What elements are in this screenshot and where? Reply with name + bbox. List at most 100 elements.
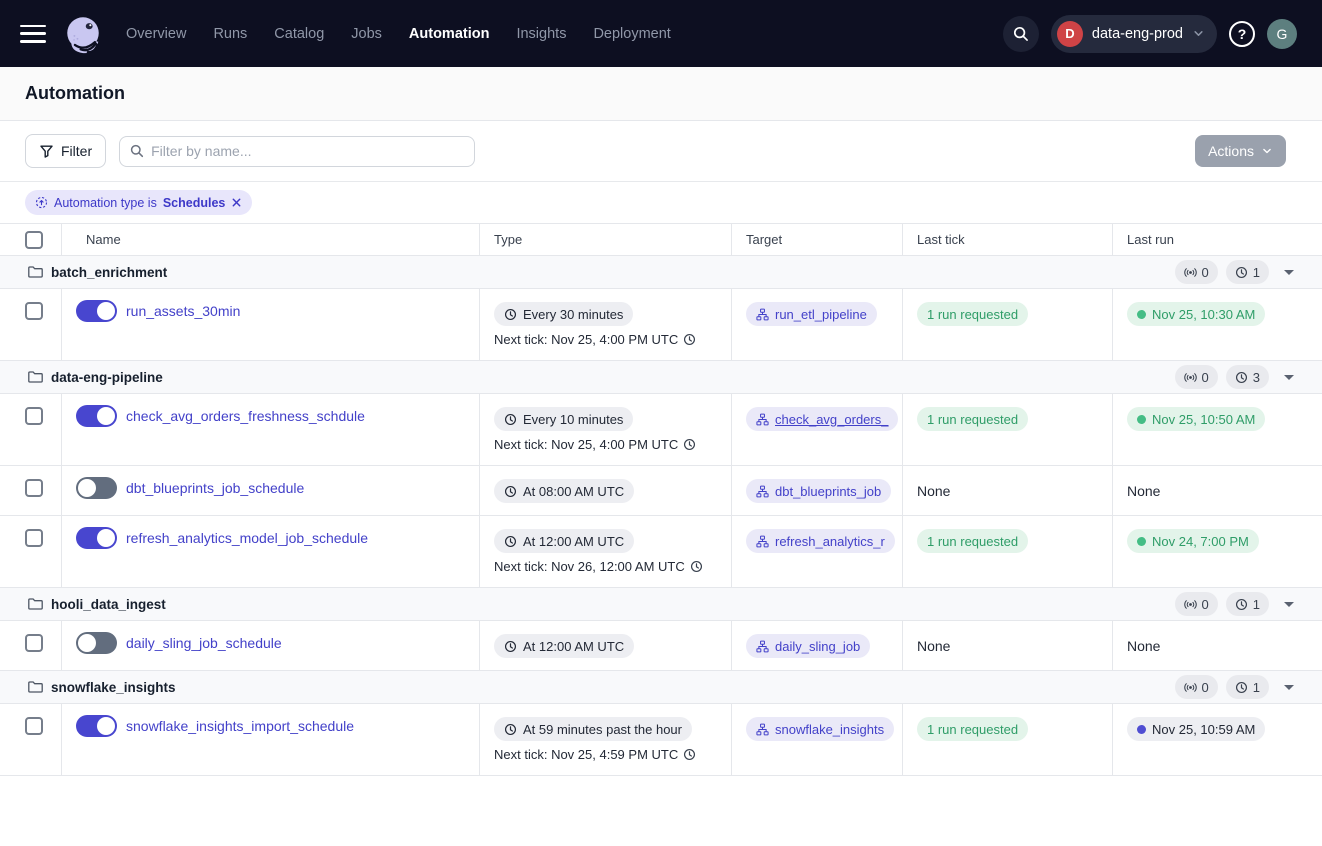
collapse-group-caret[interactable] — [1284, 375, 1294, 380]
target-pill[interactable]: snowflake_insights — [746, 717, 894, 741]
question-mark-icon: ? — [1238, 26, 1247, 42]
active-filters-row: Automation type is Schedules — [0, 182, 1322, 223]
clock-icon — [1235, 681, 1248, 694]
last-tick-pill[interactable]: 1 run requested — [917, 529, 1028, 553]
filter-chip-automation-type[interactable]: Automation type is Schedules — [25, 190, 252, 215]
filter-button[interactable]: Filter — [25, 134, 106, 168]
table-row: check_avg_orders_freshness_schdule Every… — [0, 394, 1322, 466]
last-run-pill[interactable]: Nov 25, 10:50 AM — [1127, 407, 1265, 431]
sensor-count-badge: 0 — [1175, 365, 1218, 389]
nav-item-catalog[interactable]: Catalog — [274, 26, 324, 42]
column-header-target: Target — [732, 224, 903, 255]
schedule-toggle[interactable] — [76, 527, 117, 549]
sensor-count-badge: 0 — [1175, 592, 1218, 616]
sensor-icon — [1184, 371, 1197, 384]
row-checkbox[interactable] — [25, 407, 43, 425]
clock-icon — [1235, 266, 1248, 279]
schedule-toggle[interactable] — [76, 715, 117, 737]
nav-item-runs[interactable]: Runs — [213, 26, 247, 42]
page-title: Automation — [25, 83, 125, 104]
target-pill[interactable]: dbt_blueprints_job — [746, 479, 891, 503]
target-pill[interactable]: refresh_analytics_r — [746, 529, 895, 553]
deployment-switcher[interactable]: D data-eng-prod — [1051, 15, 1217, 53]
help-button[interactable]: ? — [1229, 21, 1255, 47]
last-tick-none: None — [917, 634, 950, 658]
clock-icon — [1235, 371, 1248, 384]
next-tick-text: Next tick: Nov 25, 4:00 PM UTC — [494, 332, 696, 347]
last-tick-pill[interactable]: 1 run requested — [917, 407, 1028, 431]
target-pill[interactable]: run_etl_pipeline — [746, 302, 877, 326]
last-tick-pill[interactable]: 1 run requested — [917, 717, 1028, 741]
table-header-row: Name Type Target Last tick Last run — [0, 224, 1322, 256]
last-tick-pill[interactable]: 1 run requested — [917, 302, 1028, 326]
schedule-type-pill: At 08:00 AM UTC — [494, 479, 634, 503]
schedule-toggle[interactable] — [76, 632, 117, 654]
schedule-type-pill: At 12:00 AM UTC — [494, 529, 634, 553]
schedule-name-link[interactable]: snowflake_insights_import_schedule — [126, 716, 354, 736]
clock-icon — [1235, 598, 1248, 611]
target-pill[interactable]: daily_sling_job — [746, 634, 870, 658]
sensor-count-badge: 0 — [1175, 675, 1218, 699]
last-run-pill[interactable]: Nov 25, 10:59 AM — [1127, 717, 1265, 741]
toolbar: Filter Actions — [0, 121, 1322, 182]
global-search-button[interactable] — [1003, 16, 1039, 52]
group-badges: 0 3 — [1175, 365, 1294, 389]
filter-chip-value: Schedules — [163, 196, 226, 210]
collapse-group-caret[interactable] — [1284, 270, 1294, 275]
last-tick-none: None — [917, 479, 950, 503]
schedule-name-link[interactable]: daily_sling_job_schedule — [126, 633, 282, 653]
schedule-name-link[interactable]: run_assets_30min — [126, 301, 240, 321]
nav-item-deployment[interactable]: Deployment — [593, 26, 670, 42]
last-run-pill[interactable]: Nov 25, 10:30 AM — [1127, 302, 1265, 326]
dagster-logo[interactable] — [62, 13, 104, 55]
user-avatar[interactable]: G — [1267, 19, 1297, 49]
schedule-toggle[interactable] — [76, 477, 117, 499]
schedule-type-pill: Every 10 minutes — [494, 407, 633, 431]
clock-icon — [683, 333, 696, 346]
clock-icon — [504, 640, 517, 653]
row-checkbox[interactable] — [25, 717, 43, 735]
schedule-name-link[interactable]: dbt_blueprints_job_schedule — [126, 478, 304, 498]
last-run-pill[interactable]: Nov 24, 7:00 PM — [1127, 529, 1259, 553]
schedule-toggle[interactable] — [76, 300, 117, 322]
name-filter-input[interactable] — [151, 143, 464, 159]
nav-item-insights[interactable]: Insights — [516, 26, 566, 42]
select-all-checkbox[interactable] — [25, 231, 43, 249]
nav-item-jobs[interactable]: Jobs — [351, 26, 382, 42]
schedule-count-badge: 1 — [1226, 675, 1269, 699]
run-status-dot — [1137, 310, 1146, 319]
run-status-dot — [1137, 725, 1146, 734]
schedule-count-badge: 3 — [1226, 365, 1269, 389]
hamburger-menu-icon[interactable] — [20, 25, 46, 43]
row-checkbox[interactable] — [25, 302, 43, 320]
target-pill[interactable]: check_avg_orders_ — [746, 407, 898, 431]
schedule-toggle[interactable] — [76, 405, 117, 427]
schedule-name-link[interactable]: check_avg_orders_freshness_schdule — [126, 406, 365, 426]
nav-item-automation[interactable]: Automation — [409, 26, 490, 42]
remove-filter-icon[interactable] — [231, 197, 242, 208]
chevron-down-icon — [1192, 27, 1205, 40]
column-header-type: Type — [480, 224, 732, 255]
job-graph-icon — [756, 485, 769, 498]
group-badges: 0 1 — [1175, 675, 1294, 699]
schedule-name-link[interactable]: refresh_analytics_model_job_schedule — [126, 528, 368, 548]
clock-icon — [504, 308, 517, 321]
schedule-type-pill: At 59 minutes past the hour — [494, 717, 692, 741]
clock-icon — [683, 438, 696, 451]
page-header: Automation — [0, 67, 1322, 121]
collapse-group-caret[interactable] — [1284, 602, 1294, 607]
table-row: snowflake_insights_import_schedule At 59… — [0, 704, 1322, 776]
actions-button[interactable]: Actions — [1195, 135, 1286, 167]
row-checkbox[interactable] — [25, 634, 43, 652]
group-badges: 0 1 — [1175, 260, 1294, 284]
collapse-group-caret[interactable] — [1284, 685, 1294, 690]
row-checkbox[interactable] — [25, 529, 43, 547]
table-row: refresh_analytics_model_job_schedule At … — [0, 516, 1322, 588]
group-row-hooli-data-ingest: hooli_data_ingest 0 1 — [0, 588, 1322, 621]
nav-item-overview[interactable]: Overview — [126, 26, 186, 42]
job-graph-icon — [756, 640, 769, 653]
automation-condition-icon — [35, 196, 48, 209]
row-checkbox[interactable] — [25, 479, 43, 497]
group-row-data-eng-pipeline: data-eng-pipeline 0 3 — [0, 361, 1322, 394]
schedule-type-pill: At 12:00 AM UTC — [494, 634, 634, 658]
